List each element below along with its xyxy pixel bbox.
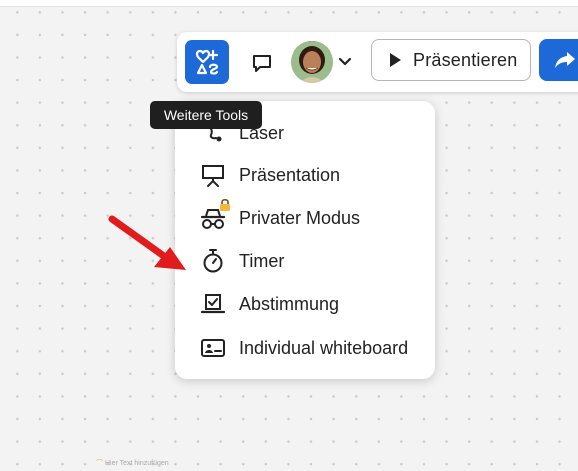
share-arrow-icon — [555, 52, 575, 68]
note-mark-icon: ⌒ — [96, 460, 103, 467]
present-button-label: Präsentieren — [413, 49, 518, 70]
share-button[interactable] — [539, 39, 578, 81]
more-tools-button[interactable] — [185, 40, 229, 84]
play-icon — [390, 53, 401, 67]
lock-icon — [220, 198, 230, 211]
menu-item-label: Timer — [239, 250, 285, 271]
user-avatar[interactable] — [291, 41, 333, 83]
menu-item-label: Abstimmung — [239, 293, 340, 314]
menu-item-private-mode[interactable]: Privater Modus — [199, 198, 435, 234]
menu-item-presentation[interactable]: Präsentation — [199, 159, 435, 191]
menu-item-individual-whiteboard[interactable]: Individual whiteboard — [199, 332, 435, 364]
menu-item-label: Privater Modus — [239, 207, 361, 228]
comment-button[interactable] — [247, 48, 277, 78]
avatar-menu-toggle[interactable] — [335, 52, 355, 72]
menu-item-label: Präsentation — [239, 164, 341, 185]
menu-item-voting[interactable]: Abstimmung — [199, 288, 435, 320]
voting-icon — [199, 290, 227, 318]
shapes-icon — [195, 49, 219, 75]
avatar-face-icon — [291, 41, 333, 83]
present-button[interactable]: Präsentieren — [371, 39, 531, 81]
presentation-icon — [199, 161, 227, 189]
canvas-top-border — [0, 0, 578, 7]
comment-icon — [253, 55, 271, 72]
individual-whiteboard-icon — [199, 334, 227, 362]
menu-item-label: Individual whiteboard — [239, 337, 409, 358]
menu-item-timer[interactable]: Timer — [199, 245, 435, 277]
canvas-note[interactable]: ⌒ Hier Text hinzufügen — [96, 458, 169, 468]
chevron-down-icon — [338, 57, 352, 66]
annotation-arrow-icon — [108, 215, 186, 270]
more-tools-tooltip: Weitere Tools — [150, 101, 262, 129]
top-toolbar: Präsentieren — [177, 32, 578, 92]
more-tools-menu: Laser Präsentation Privater Modus Timer … — [175, 101, 435, 379]
canvas-note-text: Hier Text hinzufügen — [104, 460, 169, 467]
private-mode-icon — [199, 198, 230, 232]
stopwatch-icon — [199, 247, 227, 275]
